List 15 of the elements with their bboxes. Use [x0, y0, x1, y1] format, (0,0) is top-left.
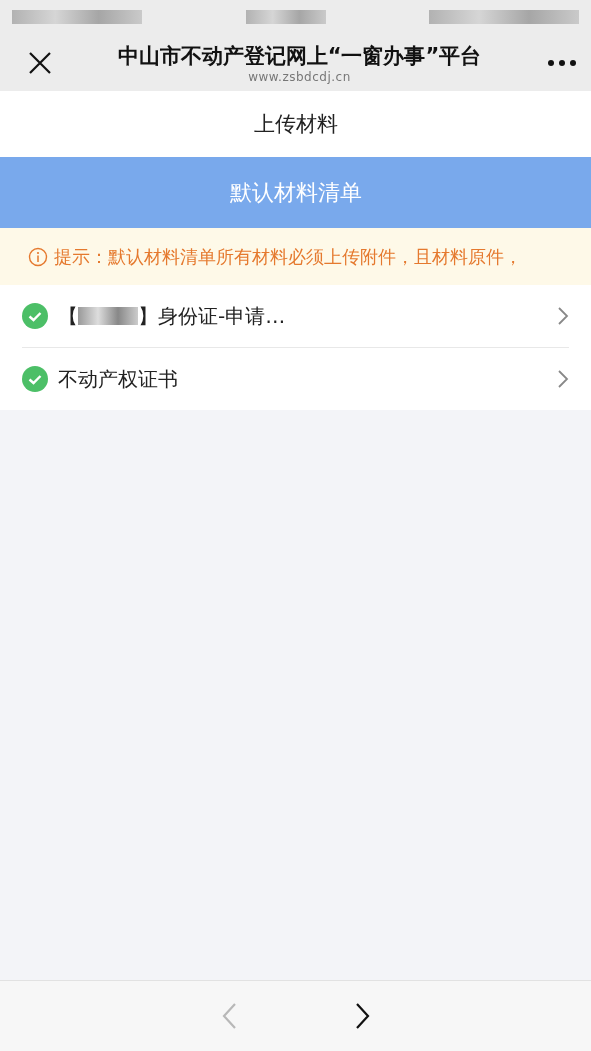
chevron-right-icon [557, 306, 569, 326]
chevron-right-icon [557, 369, 569, 389]
item-label: 不动产权证书 [58, 365, 178, 393]
material-item[interactable]: 【 】身份证-申请… [22, 285, 569, 348]
material-item[interactable]: 不动产权证书 [22, 348, 569, 410]
window-title: 中山市不动产登记网上“一窗办事”平台 [117, 42, 482, 70]
section-header: 默认材料清单 [0, 157, 591, 228]
page-url: www.zsbdcdj.cn [248, 69, 351, 84]
item-label: 【 [58, 302, 78, 330]
page-title: 上传材料 [253, 111, 338, 138]
notice-text: 提示：默认材料清单所有材料必须上传附件，且材料原件， [54, 244, 522, 269]
item-label: 】身份证-申请… [138, 302, 286, 330]
close-icon[interactable] [28, 50, 52, 75]
more-icon[interactable] [547, 58, 577, 67]
info-icon [28, 246, 48, 267]
